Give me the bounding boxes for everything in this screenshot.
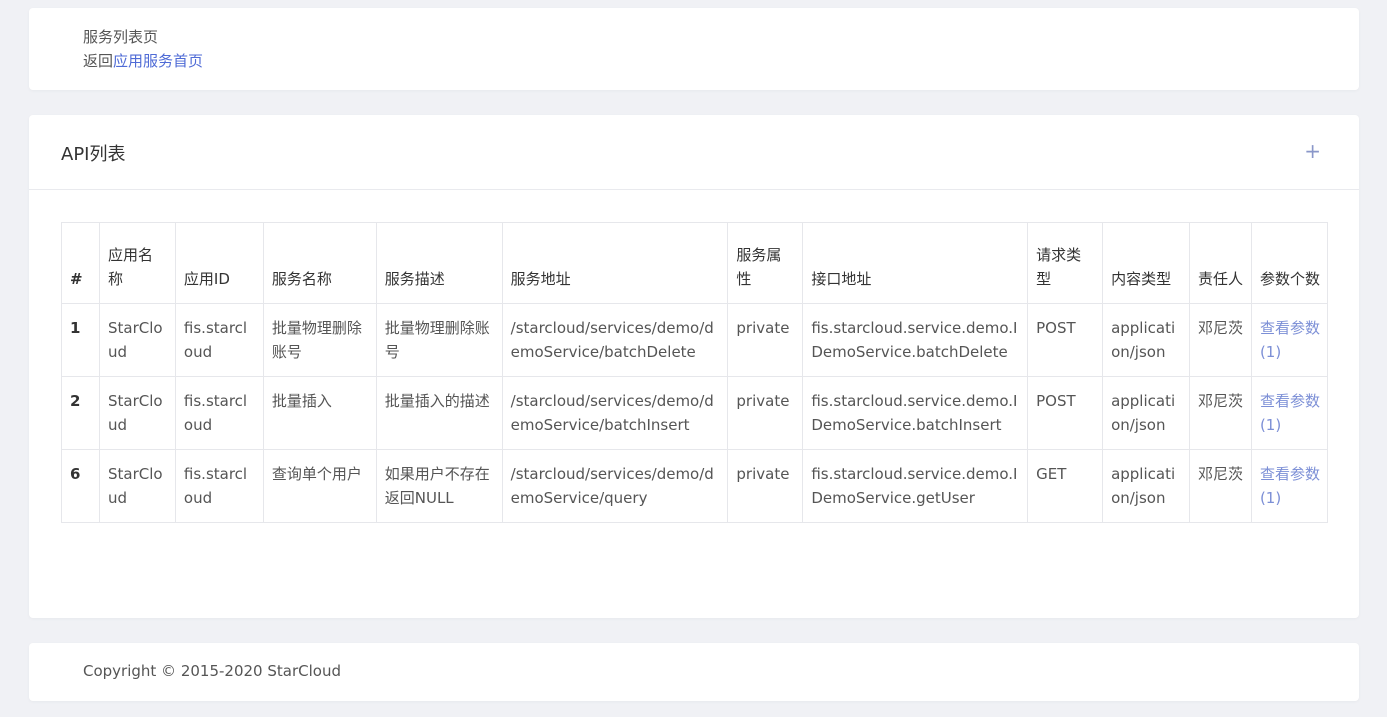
app-service-home-link[interactable]: 应用服务首页 (113, 52, 203, 70)
row-method: POST (1027, 376, 1104, 450)
card-header: API列表 + (29, 115, 1359, 190)
row-method: GET (1027, 449, 1104, 523)
back-prefix: 返回 (83, 52, 114, 70)
row-service-url: /starcloud/services/demo/demoService/que… (501, 449, 729, 523)
row-app-id: fis.starcloud (174, 376, 264, 450)
col-header-params: 参数个数 (1250, 222, 1329, 304)
col-header-method: 请求类型 (1027, 222, 1104, 304)
view-params-link[interactable]: 查看参数(1) (1260, 392, 1320, 434)
breadcrumb-card: 服务列表页 返回应用服务首页 (29, 8, 1359, 90)
col-header-service-url: 服务地址 (501, 222, 729, 304)
row-app-name: StarCloud (98, 449, 176, 523)
row-service-name: 批量插入 (262, 376, 377, 450)
table-row: 1 StarCloud fis.starcloud 批量物理删除账号 批量物理删… (61, 303, 1329, 377)
col-header-app-id: 应用ID (174, 222, 264, 304)
row-params-cell: 查看参数(1) (1250, 376, 1329, 450)
row-params-cell: 查看参数(1) (1250, 303, 1329, 377)
row-service-name: 查询单个用户 (262, 449, 377, 523)
col-header-app-name: 应用名称 (98, 222, 176, 304)
row-id: 2 (61, 376, 100, 450)
row-service-desc: 批量插入的描述 (375, 376, 503, 450)
api-table: # 应用名称 应用ID 服务名称 服务描述 服务地址 服务属性 接口地址 请求类… (61, 222, 1329, 523)
col-header-service-attr: 服务属性 (727, 222, 804, 304)
col-header-service-name: 服务名称 (262, 222, 377, 304)
breadcrumb: 返回应用服务首页 (83, 50, 203, 71)
table-row: 2 StarCloud fis.starcloud 批量插入 批量插入的描述 /… (61, 376, 1329, 450)
footer: Copyright © 2015-2020 StarCloud (29, 643, 1359, 701)
api-list-card: API列表 + # 应用名称 应用ID 服务名称 服务描述 服务地址 服务属性 … (29, 115, 1359, 618)
card-title: API列表 (61, 144, 126, 165)
row-owner: 邓尼茨 (1188, 376, 1252, 450)
row-service-url: /starcloud/services/demo/demoService/bat… (501, 376, 729, 450)
row-interface: fis.starcloud.service.demo.IDemoService.… (802, 376, 1029, 450)
row-app-name: StarCloud (98, 376, 176, 450)
col-header-id: # (61, 222, 100, 304)
plus-icon[interactable]: + (1304, 139, 1321, 163)
col-header-owner: 责任人 (1188, 222, 1252, 304)
table-header-row: # 应用名称 应用ID 服务名称 服务描述 服务地址 服务属性 接口地址 请求类… (61, 222, 1329, 304)
table-row: 6 StarCloud fis.starcloud 查询单个用户 如果用户不存在… (61, 449, 1329, 523)
row-service-attr: private (727, 303, 804, 377)
row-method: POST (1027, 303, 1104, 377)
row-service-attr: private (727, 449, 804, 523)
row-interface: fis.starcloud.service.demo.IDemoService.… (802, 449, 1029, 523)
page-title: 服务列表页 (83, 28, 159, 46)
row-app-id: fis.starcloud (174, 303, 264, 377)
row-content-type: application/json (1102, 303, 1190, 377)
row-owner: 邓尼茨 (1188, 449, 1252, 523)
col-header-content-type: 内容类型 (1102, 222, 1190, 304)
row-app-name: StarCloud (98, 303, 176, 377)
row-service-desc: 如果用户不存在返回NULL (375, 449, 503, 523)
row-app-id: fis.starcloud (174, 449, 264, 523)
row-interface: fis.starcloud.service.demo.IDemoService.… (802, 303, 1029, 377)
row-params-cell: 查看参数(1) (1250, 449, 1329, 523)
row-content-type: application/json (1102, 376, 1190, 450)
copyright-text: Copyright © 2015-2020 StarCloud (83, 662, 341, 680)
view-params-link[interactable]: 查看参数(1) (1260, 465, 1320, 507)
row-service-url: /starcloud/services/demo/demoService/bat… (501, 303, 729, 377)
row-id: 6 (61, 449, 100, 523)
row-service-attr: private (727, 376, 804, 450)
row-id: 1 (61, 303, 100, 377)
view-params-link[interactable]: 查看参数(1) (1260, 319, 1320, 361)
row-service-name: 批量物理删除账号 (262, 303, 377, 377)
row-service-desc: 批量物理删除账号 (375, 303, 503, 377)
row-owner: 邓尼茨 (1188, 303, 1252, 377)
row-content-type: application/json (1102, 449, 1190, 523)
col-header-interface: 接口地址 (802, 222, 1029, 304)
col-header-service-desc: 服务描述 (375, 222, 503, 304)
